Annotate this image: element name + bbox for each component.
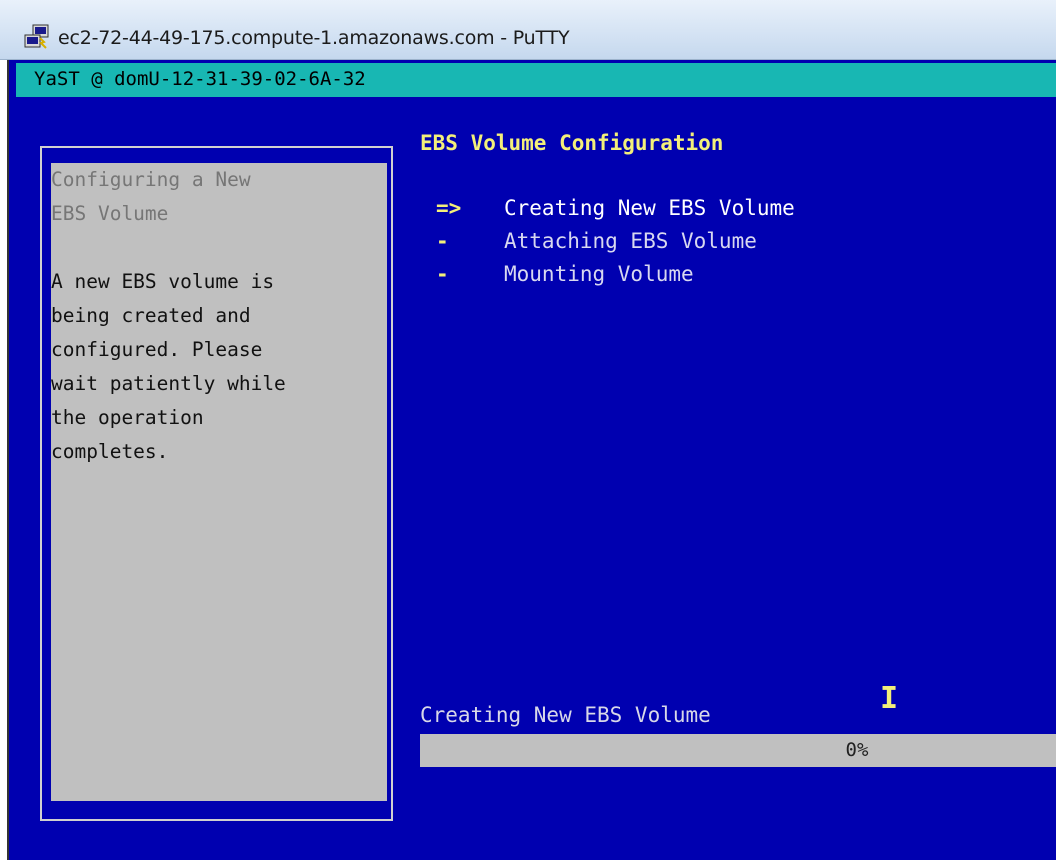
step-label: Creating New EBS Volume bbox=[504, 196, 795, 220]
text-cursor-icon: I bbox=[880, 681, 899, 716]
help-body-line: the operation bbox=[51, 406, 204, 429]
help-body-line: being created and bbox=[51, 304, 251, 327]
help-text: Configuring a New EBS Volume A new EBS v… bbox=[51, 163, 391, 469]
page-title: EBS Volume Configuration bbox=[420, 131, 724, 155]
help-heading-line: Configuring a New bbox=[51, 168, 251, 191]
current-step-arrow: => bbox=[436, 196, 462, 220]
putty-icon bbox=[24, 24, 49, 49]
help-body-line: configured. Please bbox=[51, 338, 263, 361]
window-title: ec2-72-44-49-175.compute-1.amazonaws.com… bbox=[58, 27, 570, 49]
help-body-line: A new EBS volume is bbox=[51, 270, 275, 293]
pending-step-dash: - bbox=[436, 229, 449, 253]
help-body-line: completes. bbox=[51, 440, 169, 463]
window-left-border bbox=[0, 60, 9, 860]
help-heading-line: EBS Volume bbox=[51, 202, 169, 225]
help-body-line: wait patiently while bbox=[51, 372, 286, 395]
yast-header-bar: YaST @ domU-12-31-39-02-6A-32 bbox=[16, 63, 1056, 97]
step-label: Attaching EBS Volume bbox=[504, 229, 757, 253]
step-label: Mounting Volume bbox=[504, 262, 694, 286]
progress-percent: 0% bbox=[845, 739, 869, 761]
progress-label: Creating New EBS Volume bbox=[420, 703, 711, 727]
window-title-bar[interactable]: ec2-72-44-49-175.compute-1.amazonaws.com… bbox=[0, 0, 1056, 60]
progress-bar: 0% bbox=[420, 734, 1056, 767]
pending-step-dash: - bbox=[436, 262, 449, 286]
yast-host-label: YaST @ domU-12-31-39-02-6A-32 bbox=[34, 68, 366, 90]
